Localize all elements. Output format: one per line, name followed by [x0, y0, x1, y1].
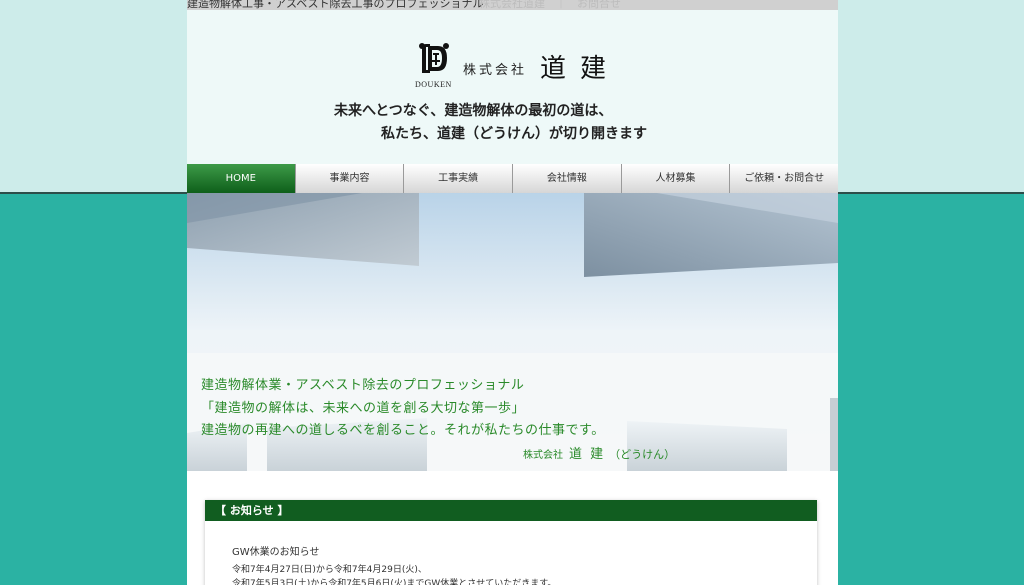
news-item-title[interactable]: GW休業のお知らせ — [232, 543, 319, 558]
hero-signature-kana: （どうけん） — [609, 448, 676, 461]
header-tagline-line2: 私たち、道建（どうけん）が切り開きます — [381, 126, 647, 142]
hero-text-line2: 「建造物の解体は、未来への道を創る大切な第一歩」 — [201, 401, 526, 416]
hero-signature: 株式会社道 建（どうけん） — [523, 443, 675, 462]
nav-item-works[interactable]: 工事実績 — [404, 164, 514, 193]
nav-item-contact[interactable]: ご依頼・お問合せ — [730, 164, 838, 193]
news-item-text-line1: 令和7年4月27日(日)から令和7年4月29日(火)、 — [232, 565, 427, 575]
hero-signature-name: 道 建 — [569, 447, 606, 462]
site-header: DOUKEN 株式会社 道建 未来へとつなぐ、建造物解体の最初の道は、 私たち、… — [187, 10, 838, 164]
company-logo-icon[interactable] — [416, 40, 452, 76]
company-prefix: 株式会社 — [463, 63, 528, 78]
hero-signature-prefix: 株式会社 — [523, 450, 563, 461]
hero-banner: 建造物解体業・アスベスト除去のプロフェッショナル 「建造物の解体は、未来への道を… — [187, 193, 838, 471]
top-bar: 建造物解体工事・アスベスト除去工事のプロフェッショナル 株式会社道建 ｜ お問合… — [187, 0, 838, 10]
main-navigation: HOME 事業内容 工事実績 会社情報 人材募集 ご依頼・お問合せ — [187, 164, 838, 193]
nav-item-home[interactable]: HOME — [187, 164, 296, 193]
news-section: 【 お知らせ 】 GW休業のお知らせ 令和7年4月27日(日)から令和7年4月2… — [205, 500, 817, 585]
news-heading: 【 お知らせ 】 — [205, 500, 817, 521]
page-container: 建造物解体工事・アスベスト除去工事のプロフェッショナル 株式会社道建 ｜ お問合… — [187, 0, 838, 585]
logo-caption: DOUKEN — [415, 80, 452, 89]
top-link-company[interactable]: 株式会社道建 — [479, 0, 545, 10]
top-link-contact[interactable]: お問合せ — [577, 0, 621, 10]
hero-text-line3: 建造物の再建への道しるべを創ること。それが私たちの仕事です。 — [201, 423, 605, 438]
nav-item-company[interactable]: 会社情報 — [513, 164, 622, 193]
nav-item-recruit[interactable]: 人材募集 — [621, 164, 731, 193]
company-name: 道建 — [540, 54, 621, 84]
header-tagline-line1: 未来へとつなぐ、建造物解体の最初の道は、 — [334, 103, 613, 119]
news-item-text-line2: 令和7年5月3日(土)から令和7年5月6日(火)までGW休業とさせていただきます… — [232, 579, 557, 585]
hero-text-line1: 建造物解体業・アスベスト除去のプロフェッショナル — [201, 378, 525, 393]
nav-item-services[interactable]: 事業内容 — [295, 164, 405, 193]
